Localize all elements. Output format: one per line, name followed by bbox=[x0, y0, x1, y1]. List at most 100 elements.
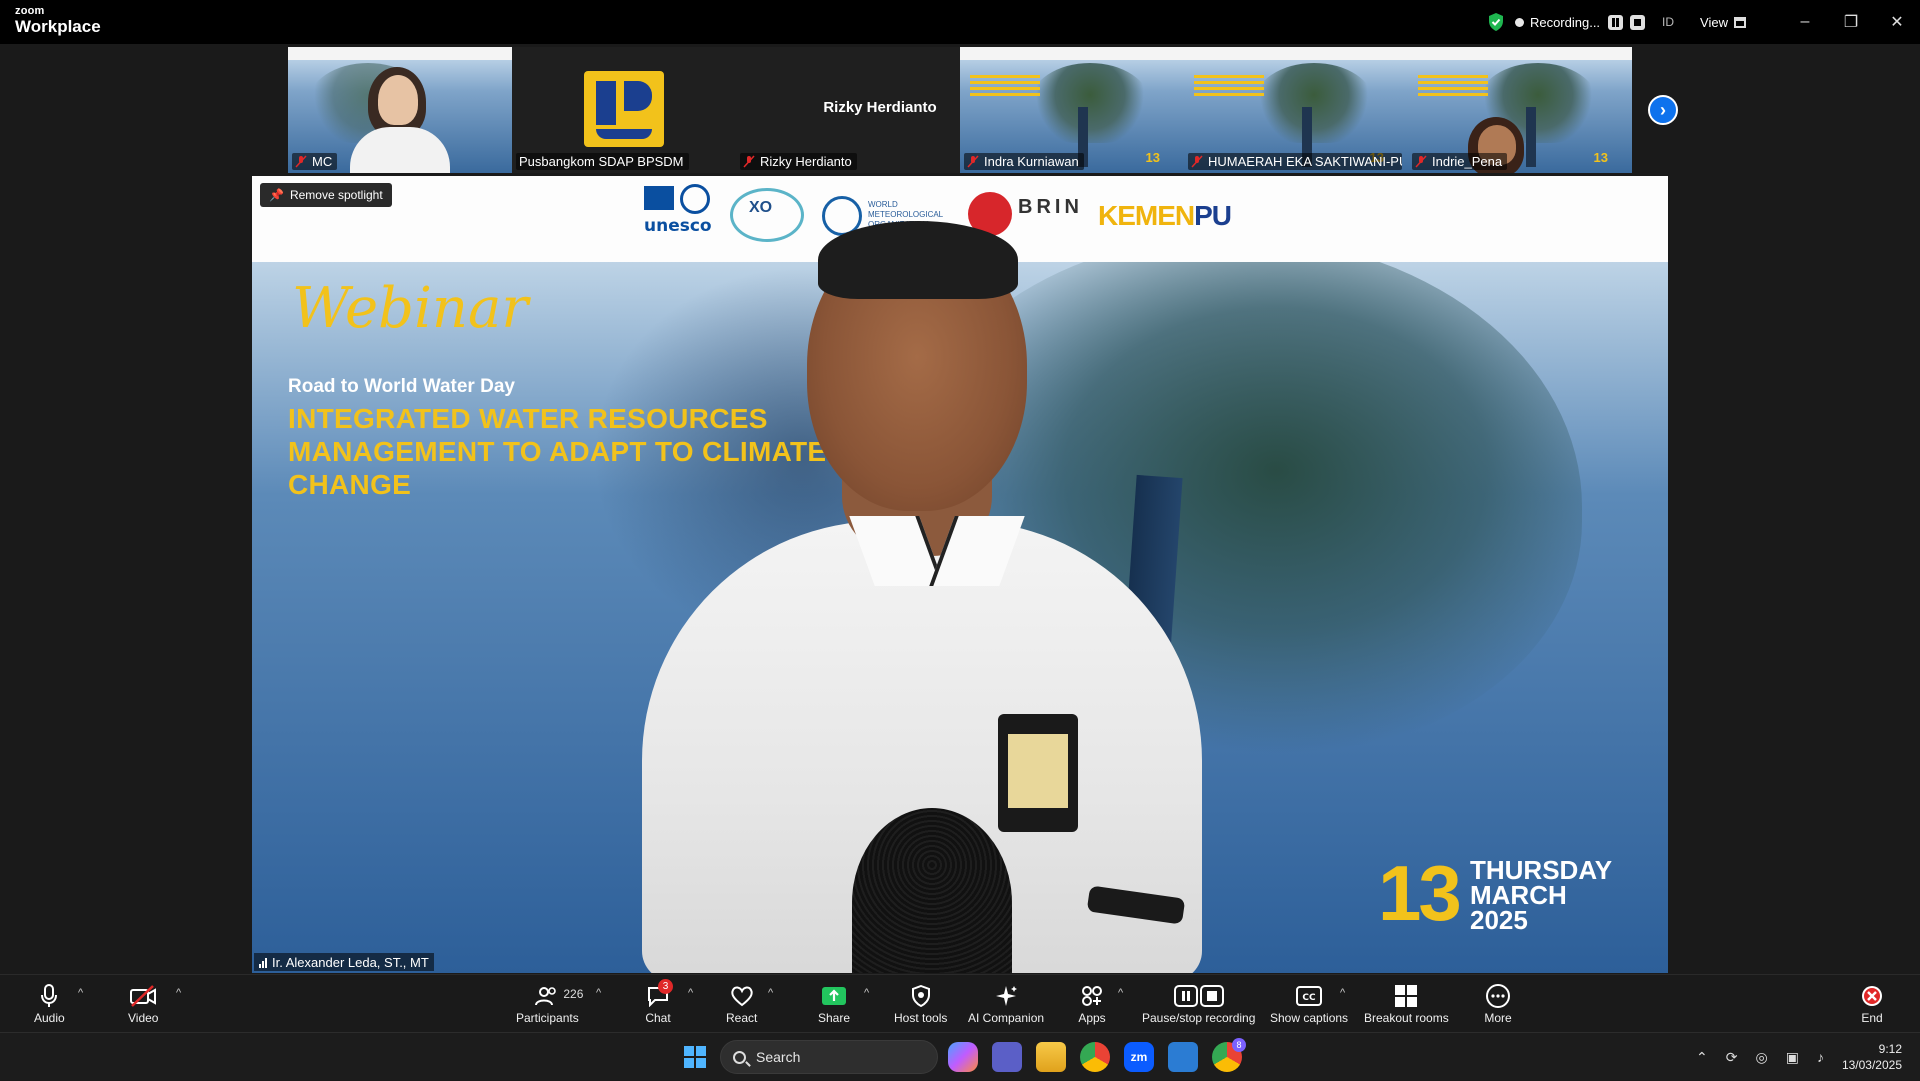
heart-icon bbox=[730, 986, 753, 1007]
participant-tile[interactable]: MC bbox=[288, 47, 512, 173]
participant-tile[interactable]: 13 HUMAERAH EKA SAKTIWANI-PU... bbox=[1184, 47, 1408, 173]
show-captions-button[interactable]: CC Show captions bbox=[1270, 975, 1348, 1033]
id-card bbox=[998, 714, 1078, 832]
minimize-button[interactable]: – bbox=[1782, 0, 1828, 44]
apps-icon bbox=[1082, 986, 1102, 1006]
more-button[interactable]: More bbox=[1484, 975, 1512, 1033]
sync-icon[interactable]: ⟳ bbox=[1726, 1049, 1738, 1066]
volume-icon[interactable]: ♪ bbox=[1817, 1049, 1824, 1065]
host-tools-button[interactable]: Host tools bbox=[894, 975, 947, 1033]
logo-bottom-text: Workplace bbox=[15, 17, 101, 36]
teams-icon[interactable] bbox=[992, 1042, 1022, 1072]
slide-date-number: 13 bbox=[1378, 849, 1462, 937]
chevron-up-icon[interactable]: ⌃ bbox=[1696, 1049, 1708, 1066]
participant-name: HUMAERAH EKA SAKTIWANI-PU... bbox=[1208, 154, 1402, 169]
audio-label: Audio bbox=[34, 1011, 65, 1025]
slide-script-title: Webinar bbox=[292, 276, 529, 341]
audio-button[interactable]: Audio bbox=[34, 975, 65, 1033]
chat-button[interactable]: 3 Chat bbox=[644, 975, 673, 1033]
signal-strength-icon bbox=[259, 957, 267, 968]
close-window-button[interactable]: ✕ bbox=[1874, 0, 1920, 44]
pause-recording-button[interactable] bbox=[1608, 14, 1624, 30]
participant-name-label: MC bbox=[292, 153, 338, 170]
zoom-taskbar-icon[interactable]: zm bbox=[1124, 1042, 1154, 1072]
svg-text:CC: CC bbox=[1302, 993, 1316, 1003]
participant-name-label: Indra Kurniawan bbox=[964, 153, 1084, 170]
share-screen-icon bbox=[822, 987, 847, 1005]
anniversary-text: XO bbox=[749, 199, 773, 216]
meeting-toolbar: Audio ^ Video ^ 226 Participants ^ 3 Cha… bbox=[0, 974, 1920, 1032]
spotlight-video[interactable]: unesco XO WORLD METEOROLOGICAL ORGANIZAT… bbox=[252, 176, 1668, 973]
pause-stop-label: Pause/stop recording bbox=[1142, 1011, 1256, 1025]
participants-button[interactable]: 226 Participants bbox=[516, 975, 583, 1033]
microphone-tray-icon[interactable]: ◎ bbox=[1755, 1049, 1767, 1066]
share-button[interactable]: Share bbox=[818, 975, 850, 1033]
anniversary-logo: XO bbox=[730, 188, 804, 242]
breakout-rooms-icon bbox=[1395, 985, 1418, 1007]
share-label: Share bbox=[818, 1011, 851, 1025]
logo-top-text: zoom bbox=[15, 5, 45, 17]
ai-companion-button[interactable]: AI Companion bbox=[968, 975, 1044, 1033]
grid-view-icon[interactable] bbox=[1734, 16, 1746, 28]
notepad-icon[interactable] bbox=[1168, 1042, 1198, 1072]
encryption-shield-icon[interactable] bbox=[1487, 12, 1505, 32]
participant-tile[interactable]: 13 Indra Kurniawan bbox=[960, 47, 1184, 173]
file-explorer-icon[interactable] bbox=[1036, 1042, 1066, 1072]
apps-label: Apps bbox=[1078, 1011, 1106, 1025]
clock-date: 13/03/2025 bbox=[1841, 1058, 1902, 1072]
remove-spotlight-button[interactable]: 📌 Remove spotlight bbox=[260, 183, 392, 207]
react-button[interactable]: React bbox=[726, 975, 757, 1033]
participant-tile[interactable]: Rizky Herdianto Rizky Herdianto bbox=[736, 47, 960, 173]
chrome-profile-icon[interactable]: 8 bbox=[1212, 1038, 1246, 1072]
slide-date-year: 2025 bbox=[1470, 905, 1528, 935]
audio-options-caret[interactable]: ^ bbox=[78, 987, 83, 999]
kemenpu-logo: KEMENPU bbox=[1098, 200, 1232, 232]
system-clock[interactable]: 9:12 13/03/2025 bbox=[1842, 1041, 1902, 1073]
meeting-id-label[interactable]: ID bbox=[1662, 15, 1674, 29]
chrome-notification-badge: 8 bbox=[1232, 1038, 1246, 1052]
video-options-caret[interactable]: ^ bbox=[176, 987, 181, 999]
end-label: End bbox=[1861, 1011, 1883, 1025]
restore-button[interactable]: ❐ bbox=[1828, 0, 1874, 44]
breakout-rooms-label: Breakout rooms bbox=[1364, 1011, 1449, 1025]
copilot-icon[interactable] bbox=[948, 1042, 978, 1072]
remove-spotlight-label: Remove spotlight bbox=[289, 188, 383, 202]
recording-dot-icon bbox=[1514, 17, 1524, 27]
participants-options-caret[interactable]: ^ bbox=[596, 987, 601, 999]
muted-mic-icon bbox=[295, 155, 307, 168]
muted-mic-icon bbox=[1415, 155, 1427, 168]
participant-tile[interactable]: Pusbangkom SDAP BPSDM bbox=[512, 47, 736, 173]
kemen-text: KEMEN bbox=[1098, 200, 1195, 231]
shield-icon bbox=[911, 985, 930, 1007]
chat-label: Chat bbox=[645, 1011, 671, 1025]
participant-count: 226 bbox=[563, 987, 584, 1001]
participant-name-label: Pusbangkom SDAP BPSDM bbox=[516, 153, 689, 170]
video-button[interactable]: Video bbox=[128, 975, 158, 1033]
participant-tile[interactable]: 13 Indrie_Pena bbox=[1408, 47, 1632, 173]
chat-options-caret[interactable]: ^ bbox=[688, 987, 693, 999]
react-options-caret[interactable]: ^ bbox=[768, 987, 773, 999]
participant-name: Indrie_Pena bbox=[1432, 154, 1503, 169]
end-meeting-button[interactable]: End bbox=[1858, 975, 1886, 1033]
slide-date-number: 13 bbox=[1145, 150, 1160, 165]
clock-time: 9:12 bbox=[1878, 1042, 1902, 1056]
windows-start-icon[interactable] bbox=[680, 1042, 710, 1072]
pause-stop-recording-button[interactable]: Pause/stop recording bbox=[1142, 975, 1255, 1033]
video-label: Video bbox=[128, 1011, 159, 1025]
view-button[interactable]: View bbox=[1700, 15, 1728, 30]
search-icon bbox=[733, 1050, 746, 1064]
share-options-caret[interactable]: ^ bbox=[864, 987, 869, 999]
system-tray: ⌃ ⟳ ◎ ▣ ♪ 9:12 13/03/2025 bbox=[1696, 1033, 1920, 1081]
breakout-rooms-button[interactable]: Breakout rooms bbox=[1364, 975, 1449, 1033]
muted-mic-icon bbox=[967, 155, 979, 168]
network-icon[interactable]: ▣ bbox=[1786, 1049, 1799, 1066]
apps-button[interactable]: Apps bbox=[1078, 975, 1106, 1033]
chrome-icon[interactable] bbox=[1080, 1042, 1110, 1072]
stop-recording-button[interactable] bbox=[1630, 14, 1646, 30]
apps-options-caret[interactable]: ^ bbox=[1118, 987, 1123, 999]
participant-display-name: Rizky Herdianto bbox=[823, 99, 937, 116]
next-page-button[interactable]: › bbox=[1648, 95, 1678, 125]
captions-options-caret[interactable]: ^ bbox=[1340, 987, 1345, 999]
taskbar-search-box[interactable]: Search bbox=[720, 1040, 938, 1074]
captions-icon: CC bbox=[1296, 986, 1323, 1006]
